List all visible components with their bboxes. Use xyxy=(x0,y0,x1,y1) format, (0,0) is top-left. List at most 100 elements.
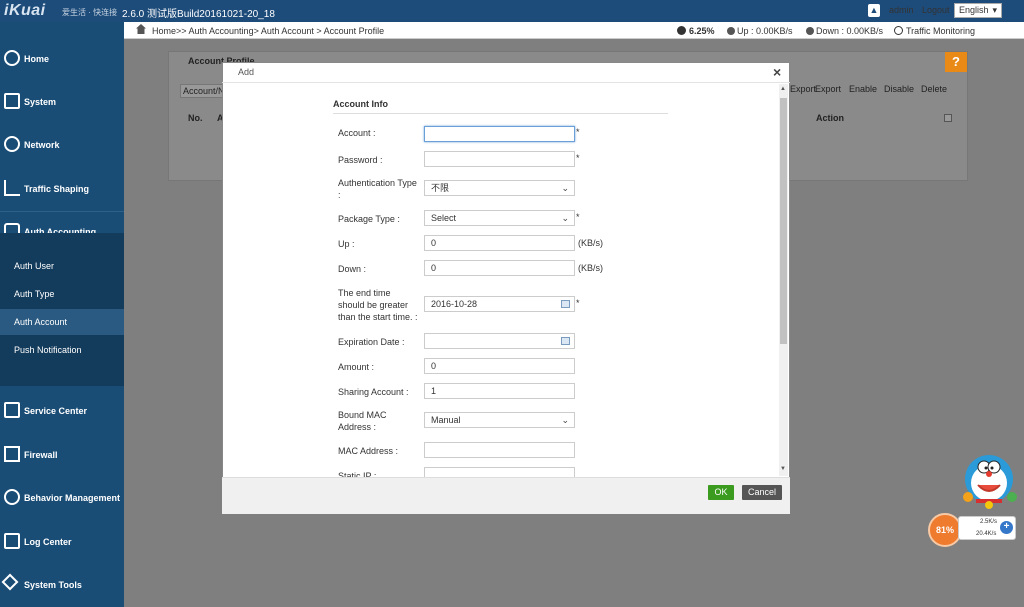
monitor-icon xyxy=(4,93,20,109)
chevron-down-icon: ⌄ xyxy=(561,213,569,223)
widget-download-speed: 20.4K/s xyxy=(976,531,997,537)
close-icon[interactable]: × xyxy=(773,64,781,80)
home-icon xyxy=(4,50,20,66)
language-value: English xyxy=(959,5,989,15)
down-label: Down : xyxy=(338,264,367,274)
search-input[interactable]: Account/N xyxy=(180,84,224,98)
account-label: Account : xyxy=(338,128,376,138)
bound-mac-value: Manual xyxy=(431,415,461,425)
sidebar-item-label: Log Center xyxy=(24,537,72,547)
chevron-down-icon: ⌄ xyxy=(561,183,569,193)
down-unit: (KB/s) xyxy=(578,263,604,273)
admin-label[interactable]: admin xyxy=(889,5,914,15)
select-all-checkbox[interactable] xyxy=(944,114,952,122)
divider xyxy=(333,113,668,114)
disable-button[interactable]: Disable xyxy=(884,84,914,94)
scroll-up-icon[interactable]: ▲ xyxy=(780,86,786,92)
mac-address-label: MAC Address : xyxy=(338,446,399,456)
scrollbar-thumb[interactable] xyxy=(780,98,787,344)
sidebar: Home System Network Traffic Shaping Auth… xyxy=(0,22,124,607)
amount-input[interactable]: 0 xyxy=(424,358,575,374)
sidebar-item-label: Home xyxy=(24,54,50,64)
breadcrumb[interactable]: Home>> Auth Accounting> Auth Account > A… xyxy=(152,26,384,36)
cpu-usage: 6.25% xyxy=(689,26,715,36)
upload-speed: Up : 0.00KB/s xyxy=(737,26,793,36)
globe-icon xyxy=(4,136,20,152)
plus-icon[interactable]: + xyxy=(1000,521,1013,534)
sidebar-subitem-auth-account[interactable]: Auth Account xyxy=(0,309,124,335)
export-button-2[interactable]: Export xyxy=(815,84,841,94)
download-icon xyxy=(806,27,814,35)
column-no: No. xyxy=(188,113,203,123)
widget-upload-speed: 2.5K/s xyxy=(980,519,998,525)
calendar-icon[interactable] xyxy=(561,337,570,345)
scroll-down-icon[interactable]: ▼ xyxy=(780,466,786,472)
up-input[interactable]: 0 xyxy=(424,235,575,251)
sharing-account-input[interactable]: 1 xyxy=(424,383,575,399)
expiration-date-input[interactable] xyxy=(424,333,575,349)
slogan: 爱生活 · 快连接 xyxy=(62,8,118,17)
calendar-icon[interactable] xyxy=(561,300,570,308)
logo: iKuai xyxy=(4,2,46,19)
auth-type-select[interactable]: 不限 ⌄ xyxy=(424,180,575,196)
service-icon xyxy=(4,402,20,418)
delete-button[interactable]: Delete xyxy=(921,84,947,94)
sidebar-item-label: Behavior Management xyxy=(24,493,121,503)
required-marker: * xyxy=(576,127,580,137)
end-time-date-input[interactable]: 2016-10-28 xyxy=(424,296,575,312)
up-unit: (KB/s) xyxy=(578,238,604,248)
auth-type-label: Authentication Type : xyxy=(338,178,417,200)
sidebar-item-label: Network xyxy=(24,140,60,150)
section-title: Account Info xyxy=(333,99,388,109)
chevron-down-icon: ⌄ xyxy=(561,415,569,425)
sidebar-submenu: Auth User Auth Type Auth Account Push No… xyxy=(0,233,124,386)
logout-link[interactable]: Logout xyxy=(922,5,950,15)
firewall-icon xyxy=(4,446,20,462)
mascot-icon[interactable] xyxy=(956,449,1022,515)
bound-mac-select[interactable]: Manual ⌄ xyxy=(424,412,575,428)
required-marker: * xyxy=(576,153,580,163)
bar-chart-icon xyxy=(4,180,20,196)
up-label: Up : xyxy=(338,239,355,249)
chevron-down-icon: ▾ xyxy=(992,5,997,15)
sidebar-item-label: Traffic Shaping xyxy=(24,184,90,194)
account-input[interactable] xyxy=(424,126,575,142)
bound-mac-label: Bound MAC Address : xyxy=(338,410,387,432)
ok-button[interactable]: OK xyxy=(708,485,734,500)
truck-icon xyxy=(4,533,20,549)
required-marker: * xyxy=(576,298,580,308)
sidebar-item-label: System xyxy=(24,97,57,107)
dialog-title: Add xyxy=(238,67,255,77)
enable-button[interactable]: Enable xyxy=(849,84,877,94)
export-button[interactable]: Export xyxy=(790,84,816,94)
usage-gauge[interactable]: 81% xyxy=(928,513,962,547)
download-speed: Down : 0.00KB/s xyxy=(816,26,884,36)
tools-icon xyxy=(1,573,19,591)
cancel-button[interactable]: Cancel xyxy=(742,485,782,500)
end-time-value: 2016-10-28 xyxy=(431,299,478,309)
mac-address-input[interactable] xyxy=(424,442,575,458)
traffic-monitoring-menu[interactable]: Traffic Monitoring xyxy=(906,26,975,36)
cpu-icon xyxy=(677,26,686,35)
help-button[interactable]: ? xyxy=(945,52,967,72)
package-type-select[interactable]: Select ⌄ xyxy=(424,210,575,226)
sidebar-subitem-push-notification[interactable]: Push Notification xyxy=(0,337,124,363)
amount-label: Amount : xyxy=(338,362,375,372)
column-action: Action xyxy=(816,113,844,123)
required-marker: * xyxy=(576,212,580,222)
package-type-label: Package Type : xyxy=(338,214,400,224)
expiration-label: Expiration Date : xyxy=(338,337,405,347)
password-input[interactable] xyxy=(424,151,575,167)
language-select[interactable]: English ▾ xyxy=(954,3,1002,18)
gauge-icon xyxy=(894,26,903,35)
static-ip-input[interactable] xyxy=(424,467,575,477)
divider xyxy=(0,211,124,212)
sidebar-item-label: System Tools xyxy=(24,580,82,590)
upload-icon xyxy=(727,27,735,35)
sidebar-subitem-auth-type[interactable]: Auth Type xyxy=(0,281,124,307)
user-icon: ▲ xyxy=(868,4,880,17)
sidebar-subitem-auth-user[interactable]: Auth User xyxy=(0,253,124,279)
password-label: Password : xyxy=(338,155,383,165)
down-input[interactable]: 0 xyxy=(424,260,575,276)
package-type-value: Select xyxy=(431,213,457,223)
